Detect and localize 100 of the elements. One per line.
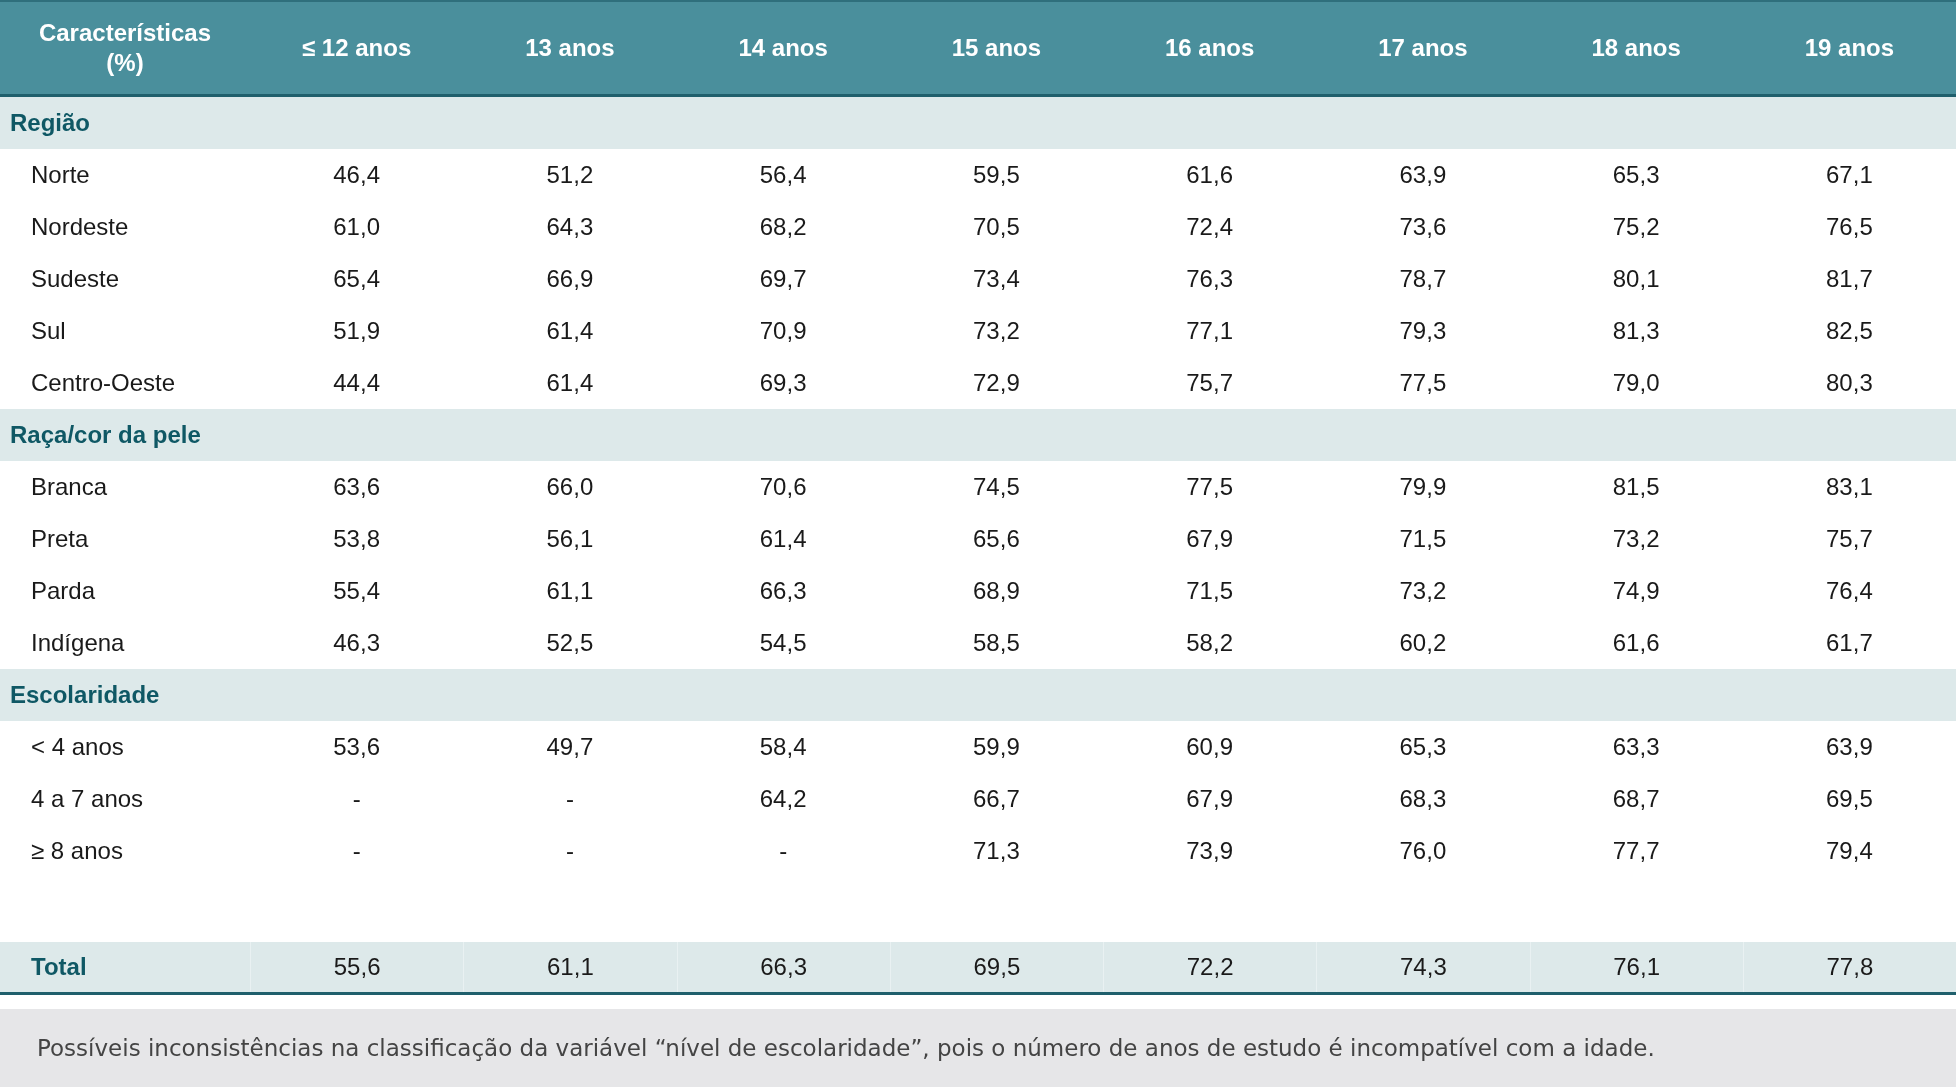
column-header: 18 anos [1591,33,1681,63]
table-cell: 63,9 [1826,733,1873,761]
table-cell: 79,0 [1612,369,1660,397]
table-cell: 77,7 [1612,837,1660,865]
row-label: Sul [30,316,67,346]
row-label: Norte [30,160,91,190]
table-cell: 54,5 [759,629,807,657]
table-cell: 81,3 [1612,317,1660,345]
table-cell: 72,4 [1186,213,1233,241]
table-cell: 60,9 [1186,733,1233,761]
table-cell: 83,1 [1826,473,1873,501]
table-cell: 75,2 [1612,213,1660,241]
table-cell: 65,3 [1399,733,1447,761]
table-cell: 61,1 [547,953,594,981]
table-cell: 79,9 [1399,473,1447,501]
section-title: Região [9,109,90,137]
table-cell: 81,7 [1826,265,1873,293]
table-cell: 73,6 [1399,213,1447,241]
table-cell: 77,5 [1399,369,1447,397]
table-cell: 49,7 [546,733,594,761]
table-cell: 76,0 [1399,837,1447,865]
table-cell: 70,5 [973,213,1020,241]
table-cell: 80,3 [1826,369,1873,397]
table-cell: 70,9 [759,317,807,345]
table-cell: 55,4 [333,577,380,605]
table-cell: 61,4 [546,317,594,345]
column-header: 15 anos [951,33,1042,63]
table-cell: 55,6 [333,953,381,981]
row-label: Preta [30,524,90,554]
table-cell: 61,6 [1612,629,1660,657]
table-cell: 69,5 [973,953,1021,981]
table-cell: 44,4 [333,369,380,397]
table-cell: 66,3 [759,577,807,605]
table-cell: 58,5 [973,629,1020,657]
table-cell: 72,2 [1186,953,1234,981]
table-cell: 81,5 [1612,473,1660,501]
table-cell: 74,5 [973,473,1020,501]
table-cell: 73,2 [1399,577,1447,605]
table-cell: 67,9 [1186,785,1233,813]
table-cell: 77,8 [1826,953,1874,981]
table-cell: 65,4 [333,265,380,293]
table-cell: 77,5 [1186,473,1233,501]
column-header: 13 anos [525,33,615,63]
table-cell: 76,4 [1826,577,1873,605]
table-cell: 60,2 [1399,629,1447,657]
row-label: Sudeste [30,264,121,294]
table-cell: 61,0 [333,213,380,241]
table-cell: 63,9 [1399,161,1447,189]
table-cell: 61,7 [1826,629,1873,657]
table-cell: 61,4 [759,525,807,553]
table-cell: 53,6 [333,733,380,761]
total-label: Total [31,953,87,981]
column-header: 16 anos [1164,33,1255,63]
table-cell: 66,3 [760,953,807,981]
table-cell: 63,6 [333,473,380,501]
table-cell: 68,7 [1612,785,1660,813]
table-cell: 73,2 [973,317,1020,345]
table-cell: 61,1 [546,577,594,605]
table-cell: 71,5 [1186,577,1233,605]
table-cell: 58,4 [759,733,807,761]
table-cell: 82,5 [1826,317,1873,345]
table-cell: 75,7 [1186,369,1233,397]
table-cell: 68,2 [759,213,807,241]
table-cell: 68,3 [1399,785,1447,813]
table-cell: - [779,837,788,865]
table-cell: 76,3 [1186,265,1233,293]
section-title: Raça/cor da pele [9,421,201,449]
table-cell: 59,5 [973,161,1020,189]
table-cell: 64,3 [546,213,594,241]
table-cell: 63,3 [1612,733,1660,761]
table-cell: 80,1 [1612,265,1660,293]
row-label: ≥ 8 anos [30,836,124,866]
column-header: 19 anos [1804,33,1895,63]
table-cell: 75,7 [1826,525,1873,553]
table-cell: 58,2 [1186,629,1233,657]
row-label: < 4 anos [30,732,125,762]
footnote: Possíveis inconsistências na classificação da variável “nível de escolaridade”, pois o número de anos de estudo é incompatível com a idade. [37,1035,1655,1061]
table-cell: - [352,785,361,813]
table-cell: - [565,785,574,813]
table-cell: 67,1 [1826,161,1873,189]
table-cell: 73,2 [1612,525,1660,553]
column-header: Características (%) [37,18,213,78]
table-cell: 66,9 [546,265,594,293]
table-cell: 72,9 [973,369,1020,397]
table-cell: 46,3 [333,629,380,657]
table-cell: 78,7 [1399,265,1447,293]
table-cell: 67,9 [1186,525,1233,553]
column-header: ≤ 12 anos [302,33,412,63]
row-label: Centro-Oeste [30,368,177,398]
row-label: Nordeste [30,212,130,242]
table-cell: 59,9 [973,733,1020,761]
table-cell: 76,1 [1613,953,1660,981]
table-cell: 61,4 [546,369,594,397]
table-cell: 79,4 [1826,837,1873,865]
table-cell: 51,9 [333,317,380,345]
table-cell: 52,5 [546,629,594,657]
row-label: Parda [30,576,97,606]
row-label: 4 a 7 anos [30,784,145,814]
section-title: Escolaridade [9,681,160,709]
table-cell: 66,0 [546,473,594,501]
